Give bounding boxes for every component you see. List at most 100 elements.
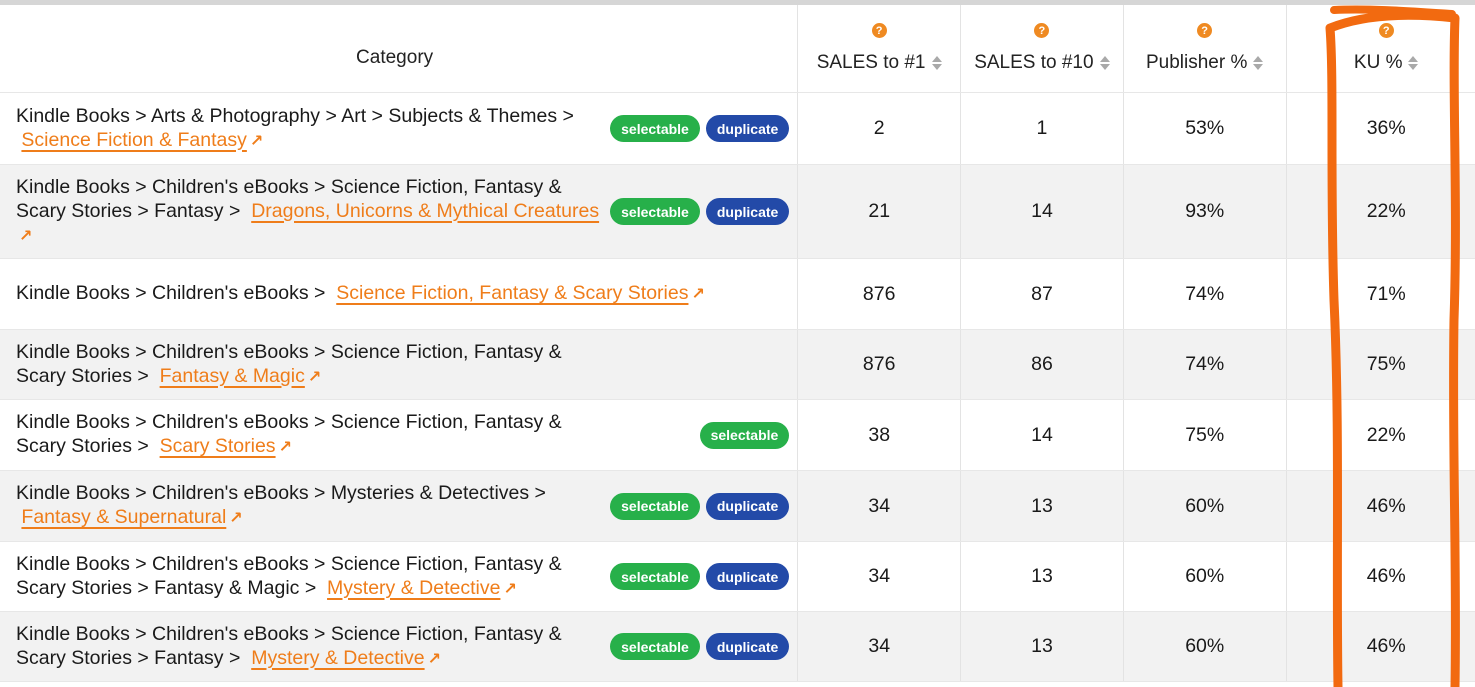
ku-value: 46% — [1366, 565, 1406, 587]
sales1-value: 34 — [797, 471, 960, 541]
sales1-value: 21 — [797, 165, 960, 258]
ku-value: 75% — [1366, 353, 1406, 375]
category-cell: Kindle Books > Children's eBooks > Scien… — [0, 165, 797, 258]
publisher-value: 93% — [1122, 165, 1286, 258]
selectable-badge: selectable — [610, 492, 700, 520]
publisher-value: 60% — [1122, 612, 1286, 681]
publisher-value: 60% — [1122, 471, 1286, 541]
table-row: Kindle Books > Children's eBooks > Scien… — [0, 400, 1475, 471]
sort-icon[interactable] — [1253, 56, 1264, 70]
selectable-badge: selectable — [610, 115, 700, 142]
sort-icon[interactable] — [931, 56, 942, 70]
publisher-value: 75% — [1122, 400, 1286, 470]
sales1-value: 38 — [797, 400, 960, 470]
sales1-value: 34 — [797, 612, 960, 681]
category-cell: Kindle Books > Arts & Photography > Art … — [0, 93, 797, 164]
duplicate-badge: duplicate — [705, 563, 790, 590]
category-cell: Kindle Books > Children's eBooks > Scien… — [0, 400, 797, 470]
sales1-value: 2 — [797, 93, 960, 164]
ku-value: 36% — [1366, 117, 1406, 139]
sales10-value: 14 — [960, 165, 1123, 258]
category-path: Kindle Books > Children's eBooks > Scien… — [16, 175, 600, 249]
external-link-icon: ↗ — [278, 439, 292, 456]
duplicate-badge: duplicate — [705, 198, 790, 225]
category-path: Kindle Books > Children's eBooks > Scien… — [16, 622, 600, 672]
category-table: Category ? SALES to #1 ? SALES to #10 ? … — [0, 5, 1475, 682]
external-link-icon: ↗ — [691, 286, 705, 303]
selectable-badge: selectable — [610, 563, 700, 590]
category-path: Kindle Books > Children's eBooks > Scien… — [16, 340, 789, 390]
category-cell: Kindle Books > Children's eBooks > Scien… — [0, 330, 797, 399]
header-publisher[interactable]: ? Publisher % — [1122, 5, 1286, 92]
header-ku[interactable]: ? KU % — [1305, 5, 1467, 92]
help-icon[interactable]: ? — [1197, 23, 1213, 38]
external-link-icon: ↗ — [249, 132, 264, 150]
sales10-value: 1 — [960, 93, 1123, 164]
category-path: Kindle Books > Arts & Photography > Art … — [16, 104, 600, 154]
table-row: Kindle Books > Arts & Photography > Art … — [0, 93, 1475, 165]
ku-value: 22% — [1366, 200, 1406, 222]
table-row: Kindle Books > Children's eBooks > Myste… — [0, 471, 1475, 542]
category-path: Kindle Books > Children's eBooks > Myste… — [16, 481, 600, 531]
category-link[interactable]: Mystery & Detective ↗ — [327, 577, 517, 599]
duplicate-badge: duplicate — [705, 633, 790, 660]
category-cell: Kindle Books > Children's eBooks > Scien… — [0, 259, 797, 329]
duplicate-badge: duplicate — [705, 115, 790, 142]
selectable-badge: selectable — [699, 421, 790, 449]
table-row: Kindle Books > Children's eBooks > Scien… — [0, 165, 1475, 259]
ku-value: 46% — [1366, 494, 1406, 517]
ku-value: 46% — [1366, 635, 1406, 657]
selectable-badge: selectable — [610, 198, 700, 225]
header-category: Category — [0, 5, 797, 92]
category-link[interactable]: Fantasy & Supernatural ↗ — [21, 506, 242, 528]
category-link[interactable]: Fantasy & Magic ↗ — [160, 365, 322, 387]
sales10-value: 13 — [960, 471, 1123, 541]
category-link[interactable]: Mystery & Detective ↗ — [251, 647, 441, 669]
help-icon[interactable]: ? — [1378, 23, 1394, 38]
category-cell: Kindle Books > Children's eBooks > Scien… — [0, 612, 797, 681]
header-category-label: Category — [356, 46, 434, 68]
ku-value: 22% — [1366, 423, 1406, 446]
publisher-value: 74% — [1122, 259, 1286, 329]
category-link[interactable]: Science Fiction & Fantasy ↗ — [21, 129, 263, 151]
header-sales-to-10[interactable]: ? SALES to #10 — [960, 5, 1123, 92]
sort-icon[interactable] — [1099, 56, 1110, 70]
help-icon[interactable]: ? — [1034, 23, 1050, 38]
category-path: Kindle Books > Children's eBooks > Scien… — [16, 281, 789, 307]
table-row: Kindle Books > Children's eBooks > Scien… — [0, 542, 1475, 612]
table-row: Kindle Books > Children's eBooks > Scien… — [0, 259, 1475, 330]
sort-icon[interactable] — [1408, 56, 1419, 70]
header-sales1-label: SALES to #1 — [816, 52, 926, 73]
category-cell: Kindle Books > Children's eBooks > Scien… — [0, 542, 797, 611]
external-link-icon: ↗ — [307, 368, 322, 386]
selectable-badge: selectable — [610, 633, 700, 660]
sales10-value: 14 — [960, 400, 1123, 470]
header-ku-label: KU % — [1353, 52, 1403, 73]
sales10-value: 13 — [960, 542, 1123, 611]
sales10-value: 87 — [960, 259, 1123, 329]
external-link-icon: ↗ — [503, 580, 517, 598]
category-path: Kindle Books > Children's eBooks > Scien… — [16, 552, 600, 602]
category-link[interactable]: Scary Stories ↗ — [160, 435, 292, 457]
external-link-icon: ↗ — [19, 227, 33, 245]
external-link-icon: ↗ — [229, 510, 243, 527]
publisher-value: 74% — [1122, 330, 1286, 399]
header-sales10-label: SALES to #10 — [974, 52, 1094, 73]
publisher-value: 60% — [1122, 542, 1286, 611]
table-row: Kindle Books > Children's eBooks > Scien… — [0, 330, 1475, 400]
sales1-value: 34 — [797, 542, 960, 611]
table-header: Category ? SALES to #1 ? SALES to #10 ? … — [0, 5, 1475, 93]
category-path: Kindle Books > Children's eBooks > Scien… — [16, 410, 690, 460]
header-publisher-label: Publisher % — [1145, 52, 1248, 73]
sales10-value: 13 — [960, 612, 1123, 681]
category-cell: Kindle Books > Children's eBooks > Myste… — [0, 471, 797, 541]
sales1-value: 876 — [797, 330, 960, 399]
category-link[interactable]: Science Fiction, Fantasy & Scary Stories… — [336, 282, 705, 304]
external-link-icon: ↗ — [427, 650, 441, 668]
column-spacer — [1285, 5, 1306, 92]
ku-value: 71% — [1366, 282, 1406, 305]
header-sales-to-1[interactable]: ? SALES to #1 — [797, 5, 960, 92]
table-row: Kindle Books > Children's eBooks > Scien… — [0, 612, 1475, 682]
help-icon[interactable]: ? — [871, 23, 887, 38]
publisher-value: 53% — [1122, 93, 1286, 164]
